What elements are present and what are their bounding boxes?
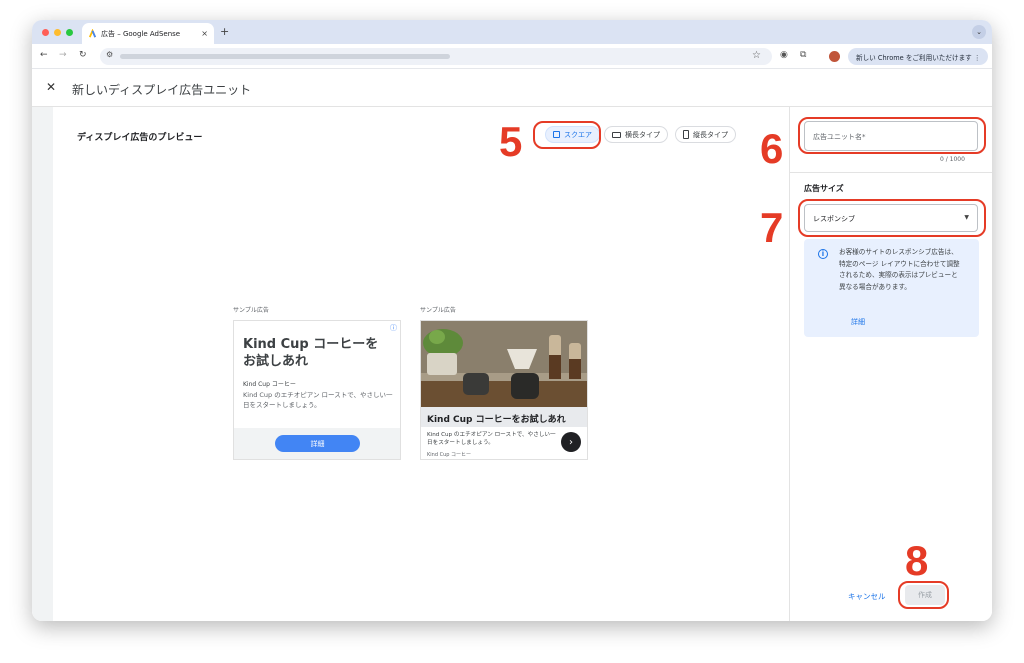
responsive-info-box: i お客様のサイトのレスポンシブ広告は、特定のページ レイアウトに合わせて調整さ…: [804, 239, 979, 337]
coffee-photo: [421, 321, 587, 407]
annotation-number-7: 7: [760, 204, 784, 251]
left-gutter: [32, 107, 53, 621]
char-counter: 0 / 1000: [940, 156, 965, 163]
chip-label: 横長タイプ: [625, 130, 660, 139]
annotation-number-5: 5: [499, 118, 523, 165]
adsense-page: ✕ 新しいディスプレイ広告ユニット ディスプレイ広告のプレビュー スクエア 横長…: [32, 69, 992, 621]
extension-icon[interactable]: ◉: [780, 50, 788, 60]
forward-icon[interactable]: →: [59, 50, 67, 60]
ad1-body: Kind Cup のエチオピアン ローストで、やさしい一日をスタートしましょう。: [243, 391, 393, 409]
ad1-label: サンプル広告: [233, 307, 269, 314]
preview-title: ディスプレイ広告のプレビュー: [77, 133, 203, 143]
tab-close-icon[interactable]: ×: [201, 29, 208, 38]
ad2-brand: Kind Cup コーヒー: [427, 452, 472, 458]
ad-size-label: 広告サイズ: [804, 184, 844, 193]
address-bar[interactable]: ⚙: [100, 48, 772, 65]
info-text: お客様のサイトのレスポンシブ広告は、特定のページ レイアウトに合わせて調整される…: [839, 248, 960, 291]
annotation-outline-8: [898, 581, 949, 609]
close-window-dot[interactable]: [42, 29, 49, 36]
sample-ad-text: ⓘ Kind Cup コーヒーを お試しあれ Kind Cup コーヒー Kin…: [233, 320, 401, 460]
browser-tab-adsense[interactable]: 広告 – Google AdSense ×: [82, 23, 214, 44]
shape-chip-horizontal[interactable]: 横長タイプ: [604, 126, 668, 143]
tab-strip: 広告 – Google AdSense × + ⌄: [32, 20, 992, 44]
panel-divider: [790, 172, 992, 173]
ad1-footer: 詳細: [234, 428, 400, 459]
close-icon[interactable]: ✕: [46, 80, 56, 94]
info-details-link[interactable]: 詳細: [851, 317, 865, 327]
ad2-body: Kind Cup のエチオピアン ローストで、やさしい一日をスタートしましょう。: [427, 432, 556, 447]
cancel-button[interactable]: キャンセル: [848, 591, 886, 602]
ad1-details-button[interactable]: 詳細: [275, 435, 360, 452]
settings-panel: 広告ユニット名* 0 / 1000 広告サイズ レスポンシブ ▼ i お客様のサ…: [789, 107, 992, 621]
url-text-blurred: [120, 54, 450, 59]
browser-window: 広告 – Google AdSense × + ⌄ ← → ↻ ⚙ ☆ ◉ ⧉ …: [32, 20, 992, 621]
page-title: 新しいディスプレイ広告ユニット: [72, 83, 252, 97]
minimize-window-dot[interactable]: [54, 29, 61, 36]
site-info-icon[interactable]: ⚙: [106, 50, 113, 59]
annotation-number-6: 6: [760, 125, 784, 172]
ad1-brand: Kind Cup コーヒー: [243, 381, 296, 388]
bookmark-star-icon[interactable]: ☆: [752, 50, 761, 61]
ad2-label: サンプル広告: [420, 307, 456, 314]
chevron-right-icon[interactable]: ›: [561, 432, 581, 452]
annotation-number-8: 8: [905, 537, 929, 584]
ad2-headline: Kind Cup コーヒーをお試しあれ: [421, 407, 587, 427]
puzzle-icon[interactable]: ⧉: [800, 50, 806, 60]
adchoices-icon[interactable]: ⓘ: [390, 323, 397, 333]
coffee-photo-illustration: [421, 321, 587, 407]
chip-label: 縦長タイプ: [693, 130, 728, 139]
new-tab-button[interactable]: +: [220, 25, 229, 38]
chrome-update-pill[interactable]: 新しい Chrome をご利用いただけます ⋮: [848, 48, 988, 65]
profile-avatar[interactable]: [829, 51, 840, 62]
vertical-rect-icon: [683, 130, 689, 139]
annotation-outline-5: [533, 121, 601, 149]
adsense-logo-icon: [88, 29, 97, 38]
annotation-outline-6: [798, 117, 986, 154]
tab-title: 広告 – Google AdSense: [101, 29, 181, 38]
preview-area: ディスプレイ広告のプレビュー スクエア 横長タイプ 縦長タイプ 5 サンプル広告…: [53, 107, 789, 621]
annotation-outline-7: [798, 199, 986, 237]
horizontal-rect-icon: [612, 131, 621, 138]
ad1-headline: Kind Cup コーヒーを お試しあれ: [243, 337, 379, 369]
sample-ad-image: Kind Cup コーヒーをお試しあれ Kind Cup のエチオピアン ロース…: [420, 320, 588, 460]
maximize-window-dot[interactable]: [66, 29, 73, 36]
info-icon: i: [818, 249, 828, 259]
reload-icon[interactable]: ↻: [79, 50, 87, 60]
tab-search-icon[interactable]: ⌄: [972, 25, 986, 39]
shape-chip-vertical[interactable]: 縦長タイプ: [675, 126, 736, 143]
browser-toolbar: ← → ↻ ⚙ ☆ ◉ ⧉ 新しい Chrome をご利用いただけます ⋮: [32, 44, 992, 69]
back-icon[interactable]: ←: [40, 50, 48, 60]
